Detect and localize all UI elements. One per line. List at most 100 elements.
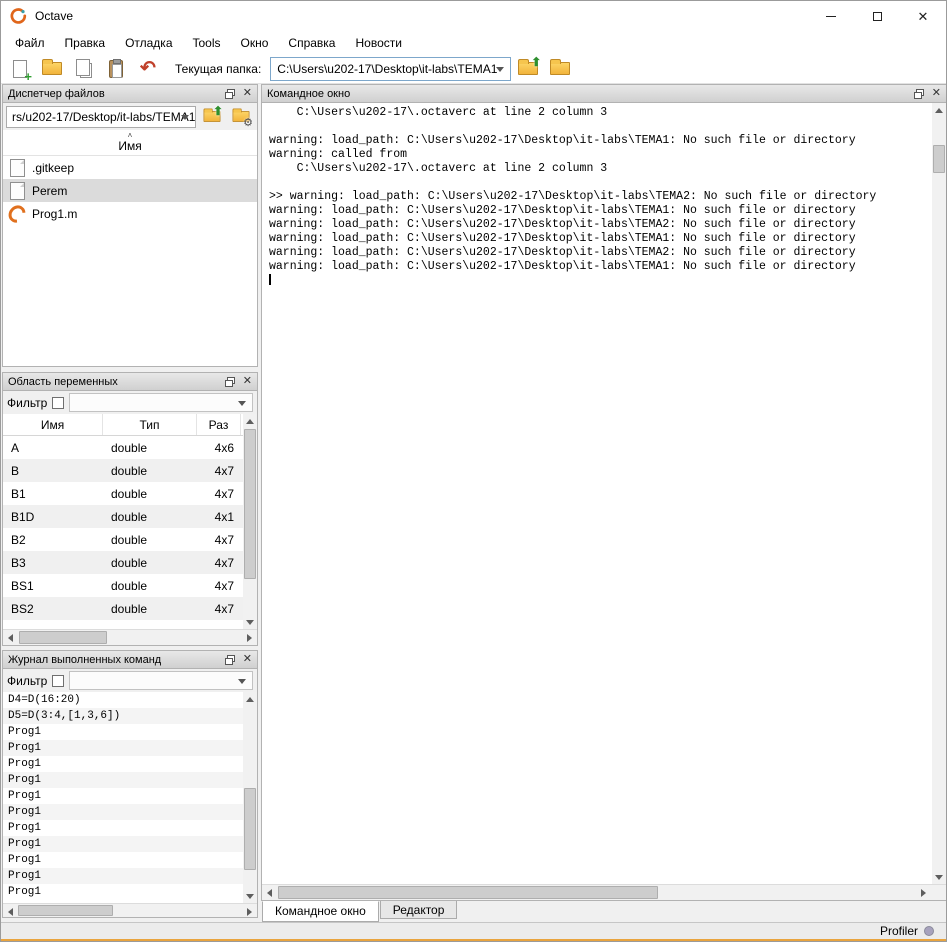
copy-button[interactable] <box>69 56 99 82</box>
workspace-vscrollbar[interactable] <box>243 414 257 629</box>
undock-button[interactable] <box>225 89 235 99</box>
history-item[interactable]: Prog1 <box>3 756 243 772</box>
paste-button[interactable] <box>101 56 131 82</box>
history-item[interactable]: Prog1 <box>3 740 243 756</box>
open-button[interactable] <box>37 56 67 82</box>
maximize-icon <box>873 12 882 21</box>
workspace-table-header[interactable]: Имя Тип Раз <box>3 414 243 436</box>
command-window-hscrollbar[interactable] <box>262 884 946 900</box>
up-arrow-icon: ⬆ <box>213 105 223 117</box>
history-item[interactable]: Prog1 <box>3 868 243 884</box>
variable-row[interactable]: B1 double 4x7 <box>3 482 243 505</box>
menu-item[interactable]: Правка <box>55 33 116 53</box>
variable-row[interactable]: B2 double 4x7 <box>3 528 243 551</box>
filter-checkbox[interactable] <box>52 397 64 409</box>
history-item[interactable]: Prog1 <box>3 852 243 868</box>
undo-button[interactable]: ↶ <box>133 56 163 82</box>
variable-name: B <box>3 464 103 478</box>
scrollbar-thumb[interactable] <box>278 886 658 899</box>
command-window-titlebar[interactable]: Командное окно ✕ <box>262 85 946 103</box>
scrollbar-thumb[interactable] <box>18 905 113 916</box>
browse-directories-button[interactable] <box>545 56 575 82</box>
workspace-filter-combobox[interactable] <box>69 393 253 412</box>
workspace-hscrollbar[interactable] <box>3 629 257 645</box>
command-window-output[interactable]: C:\Users\u202-17\.octaverc at line 2 col… <box>262 103 932 884</box>
menu-item[interactable]: Tools <box>183 33 231 53</box>
workspace-titlebar[interactable]: Область переменных ✕ <box>3 373 257 391</box>
history-item[interactable]: Prog1 <box>3 772 243 788</box>
bottom-tab[interactable]: Редактор <box>380 901 458 919</box>
menu-item[interactable]: Окно <box>231 33 279 53</box>
history-item[interactable]: Prog1 <box>3 788 243 804</box>
file-row[interactable]: Prog1.m <box>3 202 257 225</box>
column-header-type[interactable]: Тип <box>103 414 197 435</box>
current-folder-combobox[interactable]: C:\Users\u202-17\Desktop\it-labs\TEMA1 <box>270 57 511 81</box>
history-vscrollbar[interactable] <box>243 692 257 903</box>
close-panel-button[interactable]: ✕ <box>243 88 252 99</box>
file-row[interactable]: .gitkeep <box>3 156 257 179</box>
file-browser-path-combobox[interactable]: rs/u202-17/Desktop/it-labs/TEMA1 <box>6 106 196 128</box>
history-item[interactable]: D5=D(3:4,[1,3,6]) <box>3 708 243 724</box>
bottom-tab[interactable]: Командное окно <box>262 901 379 922</box>
column-header-size[interactable]: Раз <box>197 414 241 435</box>
menu-item[interactable]: Справка <box>278 33 345 53</box>
close-panel-button[interactable]: ✕ <box>243 654 252 665</box>
variable-type: double <box>103 464 197 478</box>
close-button[interactable]: ✕ <box>900 1 946 31</box>
scrollbar-thumb[interactable] <box>244 788 256 870</box>
folder-actions-button[interactable]: ⚙ <box>228 105 254 129</box>
minimize-button[interactable] <box>808 1 854 31</box>
new-script-button[interactable]: + <box>5 56 35 82</box>
history-filter-row: Фильтр <box>3 669 257 692</box>
close-panel-button[interactable]: ✕ <box>932 88 941 99</box>
file-row[interactable]: Perem <box>3 179 257 202</box>
undock-button[interactable] <box>914 89 924 99</box>
history-item[interactable]: Prog1 <box>3 884 243 900</box>
history-item[interactable]: Prog1 <box>3 820 243 836</box>
scrollbar-thumb[interactable] <box>19 631 107 644</box>
terminal-line: warning: called from <box>269 148 932 162</box>
one-directory-up-button[interactable]: ⬆ <box>199 105 225 129</box>
chevron-down-icon <box>238 679 246 684</box>
variable-row[interactable]: A double 4x6 <box>3 436 243 459</box>
scrollbar-thumb[interactable] <box>933 145 945 173</box>
undock-button[interactable] <box>225 655 235 665</box>
file-browser-titlebar[interactable]: Диспетчер файлов ✕ <box>3 85 257 103</box>
close-panel-button[interactable]: ✕ <box>243 376 252 387</box>
history-filter-combobox[interactable] <box>69 671 253 690</box>
menu-item[interactable]: Новости <box>345 33 411 53</box>
file-list: ˄ Имя .gitkeep Perem Prog1.m <box>3 130 257 366</box>
column-header-name[interactable]: Имя <box>3 414 103 435</box>
undock-button[interactable] <box>225 377 235 387</box>
window-controls: ✕ <box>808 1 946 31</box>
folder-up-button[interactable]: ⬆ <box>513 56 543 82</box>
variable-row[interactable]: B3 double 4x7 <box>3 551 243 574</box>
command-window-title: Командное окно <box>267 88 350 100</box>
scrollbar-thumb[interactable] <box>244 429 256 579</box>
variable-row[interactable]: BS1 double 4x7 <box>3 574 243 597</box>
variable-row[interactable]: B1D double 4x1 <box>3 505 243 528</box>
tab-label: Редактор <box>393 903 445 917</box>
menu-item[interactable]: Файл <box>5 33 55 53</box>
terminal-line: warning: load_path: C:\Users\u202-17\Des… <box>269 204 932 218</box>
filter-checkbox[interactable] <box>52 675 64 687</box>
history-item[interactable]: Prog1 <box>3 804 243 820</box>
file-list-name-header[interactable]: ˄ Имя <box>3 130 257 156</box>
history-item[interactable]: Prog1 <box>3 836 243 852</box>
profiler-status-icon[interactable] <box>924 926 934 936</box>
new-document-icon: + <box>13 60 27 78</box>
history-item[interactable]: Prog1 <box>3 724 243 740</box>
variable-type: double <box>103 602 197 616</box>
history-item[interactable]: D4=D(16:20) <box>3 692 243 708</box>
close-icon: ✕ <box>918 10 929 23</box>
command-history-titlebar[interactable]: Журнал выполненных команд ✕ <box>3 651 257 669</box>
menu-item[interactable]: Отладка <box>115 33 182 53</box>
file-icon <box>9 182 25 199</box>
variable-name: BS2 <box>3 602 103 616</box>
variable-row[interactable]: BS2 double 4x7 <box>3 597 243 620</box>
maximize-button[interactable] <box>854 1 900 31</box>
command-window-vscrollbar[interactable] <box>932 103 946 884</box>
history-hscrollbar[interactable] <box>3 903 257 917</box>
workspace-panel: Область переменных ✕ Фильтр Имя Тип Раз <box>2 372 258 646</box>
variable-row[interactable]: B double 4x7 <box>3 459 243 482</box>
